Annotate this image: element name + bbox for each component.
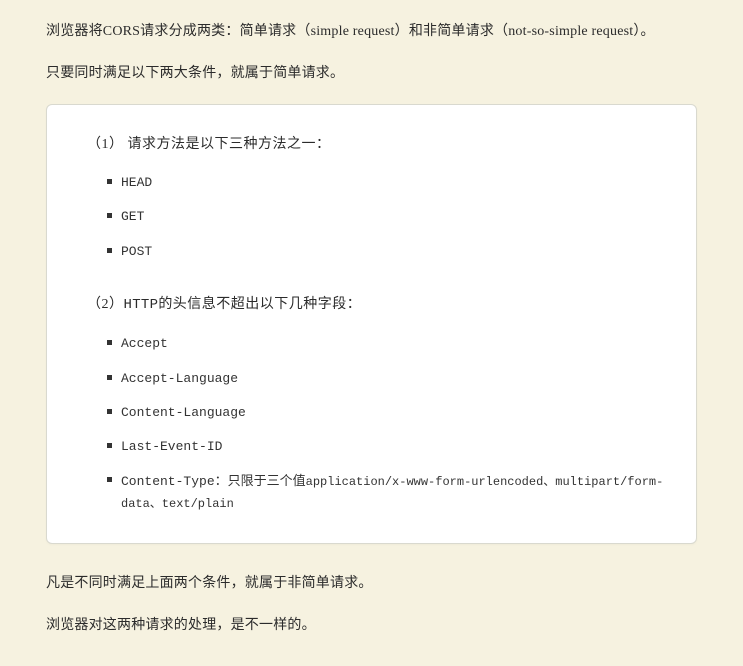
list-item-content-type: Content-Type：只限于三个值application/x-www-for… (107, 464, 668, 521)
intro-paragraph-1: 浏览器将CORS请求分成两类：简单请求（simple request）和非简单请… (46, 20, 697, 44)
condition-1-list: HEAD GET POST (87, 166, 668, 268)
article-body: 浏览器将CORS请求分成两类：简单请求（simple request）和非简单请… (0, 0, 743, 666)
list-item: HEAD (107, 166, 668, 200)
conditions-card: （1） 请求方法是以下三种方法之一： HEAD GET POST （2）HTTP… (46, 104, 697, 544)
cond2-prefix: （2） (87, 297, 124, 312)
outro-paragraph-2: 浏览器对这两种请求的处理，是不一样的。 (46, 614, 697, 638)
intro-paragraph-2: 只要同时满足以下两大条件，就属于简单请求。 (46, 62, 697, 86)
list-item: POST (107, 235, 668, 269)
list-item: GET (107, 200, 668, 234)
content-type-prefix: Content-Type (121, 474, 215, 489)
list-item: Accept-Language (107, 362, 668, 396)
cond2-http: HTTP (124, 297, 159, 313)
list-item: Last-Event-ID (107, 430, 668, 464)
outro-paragraph-1: 凡是不同时满足上面两个条件，就属于非简单请求。 (46, 572, 697, 596)
list-item: Accept (107, 327, 668, 361)
condition-2-list: Accept Accept-Language Content-Language … (87, 327, 668, 521)
list-item: Content-Language (107, 396, 668, 430)
condition-1-label: （1） 请求方法是以下三种方法之一： (87, 133, 668, 157)
content-type-mid: ：只限于三个值 (215, 473, 306, 488)
condition-2-label: （2）HTTP的头信息不超出以下几种字段： (87, 293, 668, 318)
cond2-suffix: 的头信息不超出以下几种字段： (158, 297, 361, 312)
